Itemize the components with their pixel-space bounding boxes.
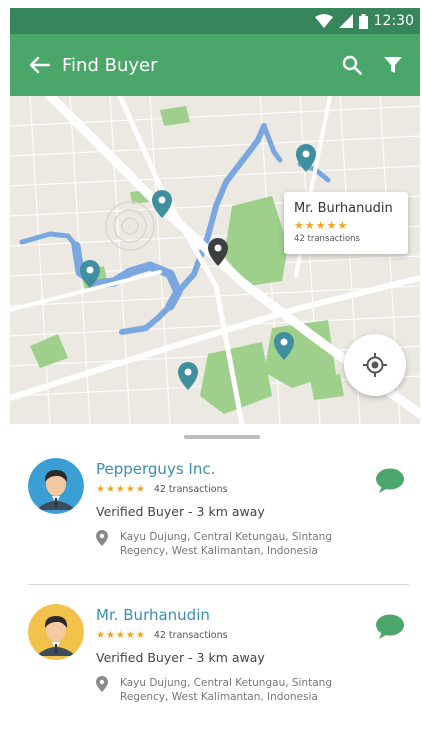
buyer-list-item[interactable]: Mr. Burhanudin ★★★★★ 42 transactions Ver…	[10, 604, 420, 744]
my-location-button[interactable]	[344, 334, 406, 396]
buyer-name[interactable]: Mr. Burhanudin	[96, 606, 210, 624]
avatar-man-icon	[28, 604, 84, 660]
chat-button[interactable]	[376, 614, 404, 644]
transaction-count: 42 transactions	[153, 630, 228, 641]
avatar	[28, 458, 84, 514]
wifi-icon	[314, 14, 333, 28]
status-bar: 12:30	[10, 8, 420, 34]
map-view[interactable]: Mr. Burhanudin ★★★★★ 42 transactions	[10, 96, 420, 424]
list-divider	[28, 584, 409, 585]
callout-stars: ★★★★★	[294, 219, 349, 232]
screen: 12:30 Find Buyer Mr. Burhanudin ★★★★★ 42…	[0, 0, 422, 745]
buyer-rating: ★★★★★ 42 transactions	[96, 484, 228, 495]
rating-stars: ★★★★★	[96, 484, 146, 495]
verified-distance: Verified Buyer - 3 km away	[96, 504, 265, 519]
filter-icon[interactable]	[384, 56, 402, 74]
location-pin-icon	[96, 530, 108, 546]
battery-icon	[358, 13, 368, 29]
my-location-icon	[363, 353, 387, 377]
chat-icon	[376, 468, 404, 493]
chat-icon	[376, 614, 404, 639]
chat-button[interactable]	[376, 468, 404, 498]
search-icon[interactable]	[342, 55, 362, 75]
callout-name: Mr. Burhanudin	[294, 201, 393, 216]
buyer-list-item[interactable]: Pepperguys Inc. ★★★★★ 42 transactions Ve…	[10, 458, 420, 598]
signal-icon	[338, 14, 353, 28]
buyer-name[interactable]: Pepperguys Inc.	[96, 460, 215, 478]
page-title: Find Buyer	[62, 54, 158, 76]
callout-transactions: 42 transactions	[294, 234, 360, 244]
back-arrow-icon[interactable]	[28, 56, 50, 74]
avatar	[28, 604, 84, 660]
sheet-drag-handle[interactable]	[184, 435, 260, 439]
transaction-count: 42 transactions	[153, 484, 228, 495]
verified-distance: Verified Buyer - 3 km away	[96, 650, 265, 665]
status-time: 12:30	[373, 13, 414, 29]
avatar-man-icon	[28, 458, 84, 514]
address-text: Kayu Dujung, Central Ketungau, Sintang R…	[120, 677, 333, 703]
app-bar: Find Buyer	[10, 34, 420, 96]
address-text: Kayu Dujung, Central Ketungau, Sintang R…	[120, 531, 333, 557]
buyer-address: Kayu Dujung, Central Ketungau, Sintang R…	[96, 676, 396, 704]
buyer-address: Kayu Dujung, Central Ketungau, Sintang R…	[96, 530, 396, 558]
buyer-rating: ★★★★★ 42 transactions	[96, 630, 228, 641]
rating-stars: ★★★★★	[96, 630, 146, 641]
location-pin-icon	[96, 676, 108, 692]
buyer-callout[interactable]: Mr. Burhanudin ★★★★★ 42 transactions	[284, 192, 408, 254]
